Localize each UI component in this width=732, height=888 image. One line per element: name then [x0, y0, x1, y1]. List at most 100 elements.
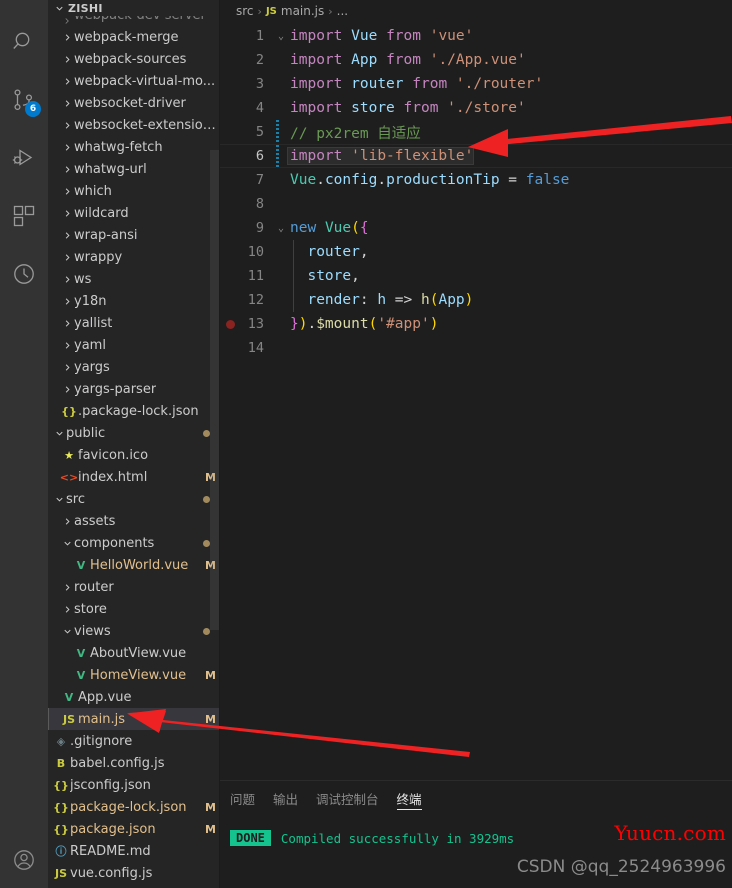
- tree-row[interactable]: ⓘ README.md: [48, 840, 220, 862]
- tree-row[interactable]: ws: [48, 268, 220, 290]
- tree-row[interactable]: whatwg-url: [48, 158, 220, 180]
- tree-row[interactable]: src: [48, 488, 220, 510]
- tree-row[interactable]: wildcard: [48, 202, 220, 224]
- code-line[interactable]: 7 Vue.config.productionTip = false: [220, 168, 732, 192]
- chevron-right-icon: [60, 76, 74, 87]
- tree-row[interactable]: {} package-lock.json M: [48, 796, 220, 818]
- tree-row[interactable]: router: [48, 576, 220, 598]
- code-line[interactable]: 6 import 'lib-flexible': [220, 144, 732, 169]
- breadcrumb-folder[interactable]: src: [236, 4, 254, 18]
- tree-row[interactable]: {} .package-lock.json: [48, 400, 220, 422]
- code-line[interactable]: 3 import router from './router': [220, 72, 732, 96]
- tree-row[interactable]: JS vue.config.js: [48, 862, 220, 884]
- tree-row[interactable]: store: [48, 598, 220, 620]
- breadcrumb-more[interactable]: ...: [337, 4, 348, 18]
- indent-guide: [293, 240, 294, 264]
- tree-row[interactable]: yargs: [48, 356, 220, 378]
- tree-row[interactable]: V HomeView.vue M: [48, 664, 220, 686]
- code-line[interactable]: 1 ⌄ import Vue from 'vue': [220, 24, 732, 48]
- code-line[interactable]: 5 // px2rem 自适应: [220, 120, 732, 144]
- account-icon[interactable]: [0, 836, 48, 884]
- timeline-icon[interactable]: [0, 250, 48, 298]
- tree-row[interactable]: ★ favicon.ico: [48, 444, 220, 466]
- chevron-right-icon: [60, 604, 74, 615]
- code-line[interactable]: 2 import App from './App.vue': [220, 48, 732, 72]
- tab-problems[interactable]: 问题: [230, 781, 255, 816]
- code-text: // px2rem 自适应: [290, 125, 421, 142]
- tree-row-label: package.json: [70, 821, 156, 837]
- extensions-icon[interactable]: [0, 192, 48, 240]
- tree-row[interactable]: V App.vue: [48, 686, 220, 708]
- tree-row[interactable]: websocket-extensions: [48, 114, 220, 136]
- tree-row[interactable]: wrappy: [48, 246, 220, 268]
- tree-row-partial[interactable]: webpack-dev-server: [48, 16, 220, 26]
- code-line[interactable]: 13}).$mount('#app'): [220, 312, 732, 336]
- tree-row-label: App.vue: [78, 689, 132, 705]
- tree-row[interactable]: assets: [48, 510, 220, 532]
- chevron-right-icon: [60, 142, 74, 153]
- code-text: import store from './store': [290, 100, 526, 116]
- tree-row[interactable]: whatwg-fetch: [48, 136, 220, 158]
- workspace-folder-header[interactable]: ZISHI: [48, 0, 220, 16]
- code-line[interactable]: 11 store,: [220, 264, 732, 288]
- tree-row[interactable]: Bbabel.config.js: [48, 752, 220, 774]
- fold-chevron-icon[interactable]: ⌄: [274, 223, 288, 234]
- tree-row[interactable]: yargs-parser: [48, 378, 220, 400]
- breadcrumb[interactable]: src › JS main.js › ...: [220, 0, 732, 22]
- code-text: store,: [307, 268, 360, 284]
- tree-row[interactable]: {} jsconfig.json: [48, 774, 220, 796]
- code-line[interactable]: 9 ⌄ new Vue({: [220, 216, 732, 240]
- tab-terminal[interactable]: 终端: [396, 781, 422, 816]
- search-icon[interactable]: [0, 18, 48, 66]
- tree-row[interactable]: webpack-merge: [48, 26, 220, 48]
- fold-chevron-icon[interactable]: ⌄: [274, 31, 288, 42]
- breadcrumb-file[interactable]: main.js: [281, 4, 324, 18]
- tree-row[interactable]: yaml: [48, 334, 220, 356]
- tree-row-label: webpack-merge: [74, 29, 179, 45]
- tree-row[interactable]: <> index.html M: [48, 466, 220, 488]
- tree-row[interactable]: wrap-ansi: [48, 224, 220, 246]
- tree-row[interactable]: V HelloWorld.vue M: [48, 554, 220, 576]
- code-line[interactable]: 14: [220, 336, 732, 360]
- tree-row-label: HelloWorld.vue: [90, 557, 189, 573]
- tab-debug-console[interactable]: 调试控制台: [316, 781, 379, 816]
- code-line[interactable]: 10 router,: [220, 240, 732, 264]
- tree-row[interactable]: yallist: [48, 312, 220, 334]
- indent-guide: [293, 288, 294, 312]
- tree-row[interactable]: y18n: [48, 290, 220, 312]
- panel-tabs: 问题 输出 调试控制台 终端: [220, 781, 732, 816]
- tree-row[interactable]: which: [48, 180, 220, 202]
- tree-row-label: webpack-dev-server: [74, 16, 206, 23]
- chevron-right-icon: [60, 54, 74, 65]
- run-debug-icon[interactable]: [0, 134, 48, 182]
- code-editor[interactable]: 1 ⌄ import Vue from 'vue' 2 import App from …: [220, 22, 732, 780]
- tree-row-label: wrappy: [74, 249, 123, 265]
- breadcrumb-separator-icon-2: ›: [328, 4, 333, 18]
- tree-row[interactable]: websocket-driver: [48, 92, 220, 114]
- code-text: new Vue({: [290, 220, 369, 236]
- code-line[interactable]: 12 render: h => h(App): [220, 288, 732, 312]
- tree-row[interactable]: ◈ .gitignore: [48, 730, 220, 752]
- source-control-icon[interactable]: 6: [0, 76, 48, 124]
- tree-row[interactable]: V AboutView.vue: [48, 642, 220, 664]
- modified-indicator-dot: [203, 429, 210, 437]
- tree-row[interactable]: components: [48, 532, 220, 554]
- diff-marker: [276, 145, 279, 169]
- tree-row-label: webpack-virtual-mo...: [74, 73, 216, 89]
- tree-row-label: websocket-extensions: [74, 117, 216, 133]
- file-tree[interactable]: webpack-dev-server webpack-merge webpack-s…: [48, 16, 220, 888]
- tree-row[interactable]: views: [48, 620, 220, 642]
- tree-row[interactable]: {} package.json M: [48, 818, 220, 840]
- file-type-icon: <>: [59, 470, 79, 484]
- code-line[interactable]: 8: [220, 192, 732, 216]
- tree-row[interactable]: webpack-sources: [48, 48, 220, 70]
- tree-row[interactable]: public: [48, 422, 220, 444]
- file-type-icon: {}: [61, 404, 77, 418]
- tree-row-label: whatwg-url: [74, 161, 147, 177]
- tree-row[interactable]: webpack-virtual-mo...: [48, 70, 220, 92]
- code-line[interactable]: 4 import store from './store': [220, 96, 732, 120]
- tree-row-selected[interactable]: JS main.js M: [48, 708, 220, 730]
- tab-output[interactable]: 输出: [273, 781, 298, 816]
- line-number: 1: [255, 28, 264, 44]
- diff-marker: [276, 120, 279, 144]
